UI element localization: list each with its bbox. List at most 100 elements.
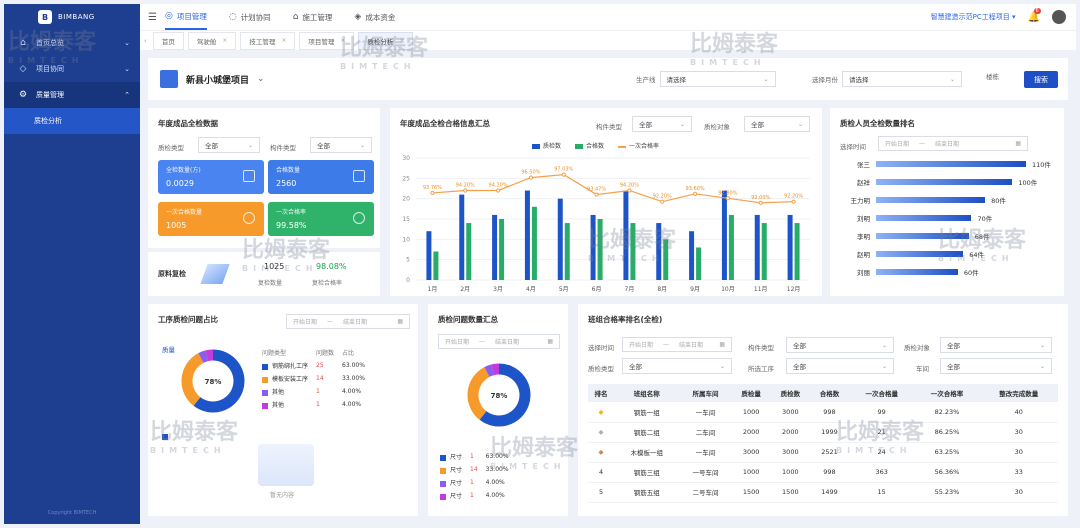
chevron-down-icon: ⌄ xyxy=(359,141,365,149)
avatar[interactable] xyxy=(1052,10,1066,24)
bar-inspected[interactable] xyxy=(721,190,727,280)
nav-construction[interactable]: ⌂ 施工管理 xyxy=(293,4,333,30)
legend-dot xyxy=(262,389,268,396)
tab-workers[interactable]: 技工管理 × xyxy=(240,31,296,50)
rate-point[interactable] xyxy=(692,191,698,196)
close-icon[interactable]: × xyxy=(222,37,227,44)
sidebar-item-overview[interactable]: ⌂ 首页总览 ⌄ xyxy=(4,30,140,56)
bar-passed[interactable] xyxy=(630,223,636,280)
rate-point[interactable] xyxy=(594,192,599,197)
rate-point[interactable] xyxy=(495,188,501,193)
team-process-select[interactable]: 全部 ⌄ xyxy=(786,358,894,374)
column-header[interactable]: 排名 xyxy=(588,384,615,402)
project-selector[interactable]: 智慧建造示范PC工程项目 ▾ xyxy=(931,12,1016,22)
component-type-select[interactable]: 全部 ⌄ xyxy=(310,137,372,153)
menu-icon[interactable]: ☰ xyxy=(148,12,157,23)
bar-inspected[interactable] xyxy=(524,190,530,280)
tab-home[interactable]: 首页 xyxy=(152,31,184,50)
defect-donut-chart: 78% xyxy=(467,363,531,427)
month-select[interactable]: 请选择 ⌄ xyxy=(842,71,962,87)
app-logo[interactable]: B BIMBANG xyxy=(4,4,140,30)
tabs-scroll-left-icon[interactable]: ‹ xyxy=(144,37,147,45)
pct-cell: 63.00% xyxy=(485,453,509,460)
bar-passed[interactable] xyxy=(794,223,800,280)
cell: 55.23% xyxy=(914,482,980,503)
sidebar-item-collab[interactable]: ◇ 项目协同 ⌄ xyxy=(4,56,140,82)
table-row[interactable]: 5 钢筋五组 二号车间 1500 1500 1499 15 55.23% 30 xyxy=(588,482,1058,503)
bar-inspected[interactable] xyxy=(656,223,662,280)
bar-passed[interactable] xyxy=(597,219,603,280)
table-row[interactable]: 4 钢筋三组 一号车间 1000 1000 998 363 56.36% 33 xyxy=(588,462,1058,483)
close-icon[interactable]: × xyxy=(399,37,404,44)
donut-slice[interactable] xyxy=(205,349,214,362)
tab-inspection[interactable]: 质检分析 × xyxy=(358,31,414,50)
bar-passed[interactable] xyxy=(696,247,702,280)
bar-inspected[interactable] xyxy=(459,194,465,280)
rate-point[interactable] xyxy=(791,199,796,204)
bar-passed[interactable] xyxy=(531,206,537,280)
sidebar-subitem-inspection[interactable]: 质检分析 xyxy=(4,108,140,134)
bar-inspected[interactable] xyxy=(689,231,695,280)
team-line-select[interactable]: 全部 ⌄ xyxy=(940,358,1052,374)
ranking-bar[interactable] xyxy=(876,269,958,275)
range-separator: — xyxy=(919,140,926,147)
defect-date-range[interactable]: 开始日期 — 结束日期 ▦ xyxy=(438,334,560,349)
rate-point[interactable] xyxy=(528,175,534,180)
bar-passed[interactable] xyxy=(466,223,472,280)
table-row[interactable]: ◆ 钢筋二组 二车间 2000 2000 1999 21 86.25% 30 xyxy=(588,422,1058,443)
table-row[interactable]: ◆ 钢筋一组 一车间 1000 3000 998 99 82.23% 40 xyxy=(588,402,1058,423)
ranking-bar[interactable] xyxy=(876,251,964,257)
bar-inspected[interactable] xyxy=(557,198,563,280)
rate-point[interactable] xyxy=(430,190,435,196)
rate-point[interactable] xyxy=(725,196,731,201)
bar-inspected[interactable] xyxy=(787,214,793,280)
production-line-select[interactable]: 请选择 ⌄ xyxy=(659,71,776,87)
donut-slice[interactable] xyxy=(198,350,209,363)
tab-projects[interactable]: 项目管理 × xyxy=(299,31,355,50)
bar-inspected[interactable] xyxy=(754,214,760,280)
rate-point[interactable] xyxy=(660,199,665,204)
ranking-bar[interactable] xyxy=(876,215,972,221)
rate-point[interactable] xyxy=(561,172,566,177)
count-cell: 14 xyxy=(470,466,478,473)
nav-project[interactable]: ◎ 项目管理 xyxy=(164,4,207,30)
bar-passed[interactable] xyxy=(761,223,767,280)
bar-inspected[interactable] xyxy=(623,190,629,280)
bar-inspected[interactable] xyxy=(590,214,596,280)
sidebar-item-quality[interactable]: ⚙ 质量管理 ⌃ xyxy=(4,82,140,108)
nav-plan[interactable]: ◌ 计划协同 xyxy=(229,4,271,30)
close-icon[interactable]: × xyxy=(281,37,286,44)
bar-passed[interactable] xyxy=(663,239,669,280)
bar-passed[interactable] xyxy=(433,251,439,280)
donut-slice[interactable] xyxy=(484,364,495,377)
process-date-range[interactable]: 开始日期 — 结束日期 ▦ xyxy=(286,314,410,329)
filter-label: 选择时间 xyxy=(588,344,614,352)
team-object-select[interactable]: 全部 ⌄ xyxy=(940,337,1052,353)
project-title[interactable]: 新县小城堡项目 ⌄ xyxy=(160,70,265,88)
personnel-date-range[interactable]: 开始日期 — 结束日期 ▦ xyxy=(878,136,1028,151)
inspection-type-select[interactable]: 全部 ⌄ xyxy=(198,137,260,153)
ranking-bar[interactable] xyxy=(876,197,986,203)
bar-passed[interactable] xyxy=(499,219,505,280)
rate-point[interactable] xyxy=(758,200,763,205)
rate-point[interactable] xyxy=(463,188,468,193)
column-header[interactable]: 一次合格率 xyxy=(914,384,980,402)
rate-point[interactable] xyxy=(627,188,632,193)
bar-passed[interactable] xyxy=(564,223,570,280)
nav-cost[interactable]: ◈ 成本资金 xyxy=(354,4,395,30)
bar-inspected[interactable] xyxy=(492,214,498,280)
donut-slice[interactable] xyxy=(491,363,500,376)
team-date-range[interactable]: 开始日期 — 结束日期 ▦ xyxy=(622,337,732,352)
ranking-bar[interactable] xyxy=(876,161,1026,167)
bell-icon[interactable]: 🔔 6 xyxy=(1028,7,1041,23)
search-button[interactable]: 搜索 xyxy=(1024,71,1058,88)
close-icon[interactable]: × xyxy=(340,37,345,44)
bar-passed[interactable] xyxy=(728,214,734,280)
bar-inspected[interactable] xyxy=(426,231,432,280)
team-type-select[interactable]: 全部 ⌄ xyxy=(622,358,732,374)
tab-cockpit[interactable]: 驾驶舱 × xyxy=(187,31,237,50)
ranking-bar[interactable] xyxy=(876,179,1013,185)
team-component-select[interactable]: 全部 ⌄ xyxy=(786,337,894,353)
table-row[interactable]: ◆ 木模板一组 一车间 3000 3000 2521 24 63.25% 30 xyxy=(588,442,1058,463)
ranking-bar[interactable] xyxy=(876,233,969,239)
